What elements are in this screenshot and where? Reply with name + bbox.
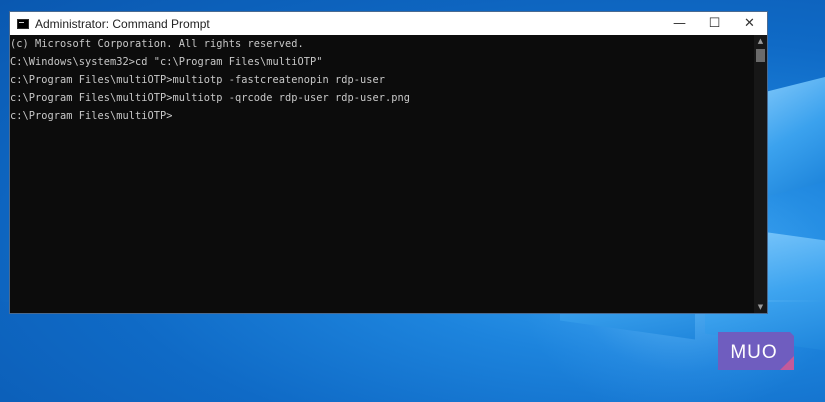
window-controls: — ☐ ✕ <box>662 12 767 35</box>
vertical-scrollbar[interactable]: ▲ ▼ <box>754 35 767 313</box>
window-title: Administrator: Command Prompt <box>35 16 210 31</box>
close-button[interactable]: ✕ <box>732 12 767 35</box>
scrollbar-thumb[interactable] <box>756 49 765 62</box>
console-line: c:\Program Files\multiOTP>multiotp -qrco… <box>10 92 410 104</box>
console-output[interactable]: (c) Microsoft Corporation. All rights re… <box>10 35 754 313</box>
console-line: c:\Program Files\multiOTP>multiotp -fast… <box>10 74 385 86</box>
command-prompt-window[interactable]: Administrator: Command Prompt — ☐ ✕ (c) … <box>9 11 768 314</box>
logo-text: MUO <box>730 342 777 363</box>
maximize-icon: ☐ <box>708 16 721 31</box>
scroll-up-icon[interactable]: ▲ <box>754 35 767 47</box>
maximize-button[interactable]: ☐ <box>697 12 732 35</box>
close-icon: ✕ <box>744 16 755 31</box>
console-line: C:\Windows\system32>cd "c:\Program Files… <box>10 56 323 68</box>
console-prompt-line: c:\Program Files\multiOTP> <box>10 110 173 122</box>
scroll-down-icon[interactable]: ▼ <box>754 301 767 313</box>
console-line: (c) Microsoft Corporation. All rights re… <box>10 38 304 50</box>
muo-watermark-logo: MUO <box>718 332 794 370</box>
cmd-console-icon[interactable] <box>17 18 29 29</box>
minimize-icon: — <box>673 16 686 31</box>
minimize-button[interactable]: — <box>662 12 697 35</box>
title-bar[interactable]: Administrator: Command Prompt — ☐ ✕ <box>10 12 767 35</box>
